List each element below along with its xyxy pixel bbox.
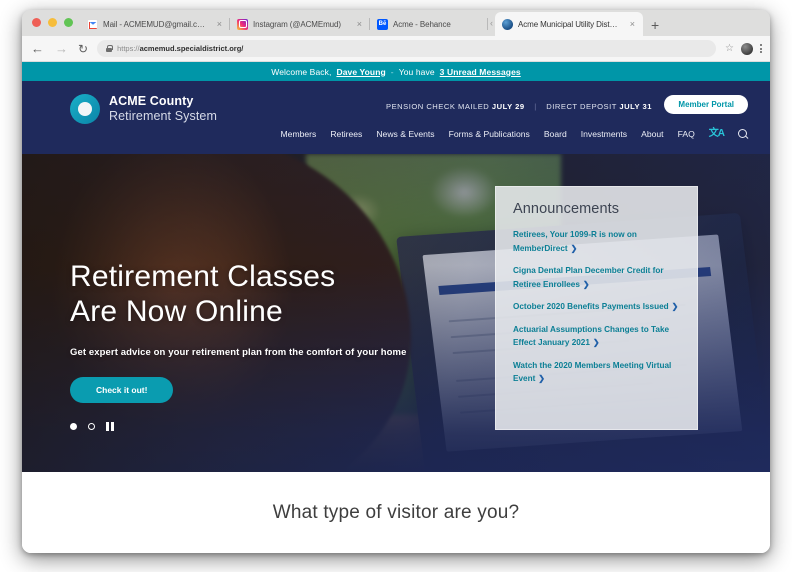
nav-item-about[interactable]: About bbox=[641, 129, 663, 139]
reload-button[interactable]: ↻ bbox=[78, 42, 88, 56]
welcome-greeting: Welcome Back, bbox=[271, 66, 332, 77]
url-host: acmemud.specialdistrict.org bbox=[139, 44, 242, 53]
hero-content: Retirement Classes Are Now Online Get ex… bbox=[70, 259, 407, 431]
nav-item-forms-publications[interactable]: Forms & Publications bbox=[449, 129, 530, 139]
slider-pause-button[interactable] bbox=[106, 421, 114, 431]
nav-item-members[interactable]: Members bbox=[281, 129, 317, 139]
translate-icon[interactable]: 文A bbox=[709, 129, 725, 139]
gmail-icon bbox=[87, 18, 98, 30]
tab-title: Mail - ACMEMUD@gmail.com bbox=[103, 19, 206, 29]
search-icon[interactable] bbox=[738, 129, 748, 139]
kebab-menu-icon[interactable] bbox=[760, 44, 762, 53]
nav-item-investments[interactable]: Investments bbox=[581, 129, 627, 139]
slider-dot-1[interactable] bbox=[70, 422, 77, 430]
behance-icon: Bē bbox=[377, 18, 388, 30]
tab-close-icon[interactable]: × bbox=[351, 19, 362, 29]
instagram-icon bbox=[237, 18, 248, 30]
nav-item-board[interactable]: Board bbox=[544, 129, 567, 139]
chevron-right-icon: ❯ bbox=[582, 279, 590, 289]
url-scheme: https:// bbox=[117, 44, 140, 53]
welcome-bar: Welcome Back, Dave Young - You have 3 Un… bbox=[22, 62, 770, 81]
new-tab-button[interactable]: + bbox=[643, 17, 665, 36]
announcement-item[interactable]: Actuarial Assumptions Changes to Take Ef… bbox=[513, 323, 680, 350]
tab-close-icon[interactable]: × bbox=[624, 19, 635, 29]
tab-strip: Mail - ACMEMUD@gmail.com × Instagram (@A… bbox=[22, 10, 770, 36]
slider-dot-2[interactable] bbox=[88, 422, 95, 430]
profile-avatar[interactable] bbox=[741, 42, 753, 55]
announcement-item[interactable]: October 2020 Benefits Payments Issued ❯ bbox=[513, 300, 680, 314]
browser-tab-acme-active[interactable]: Acme Municipal Utility District × bbox=[495, 12, 643, 36]
nav-item-faq[interactable]: FAQ bbox=[678, 129, 695, 139]
tab-scroll-left-icon[interactable]: ‹ bbox=[488, 18, 495, 28]
welcome-user-link[interactable]: Dave Young bbox=[336, 67, 385, 77]
url-text: https://acmemud.specialdistrict.org/ bbox=[117, 44, 243, 53]
announcement-item[interactable]: Cigna Dental Plan December Credit for Re… bbox=[513, 264, 680, 291]
browser-tab-instagram[interactable]: Instagram (@ACMEmud) × bbox=[230, 12, 370, 36]
acme-globe-icon bbox=[502, 18, 513, 30]
messages-prefix: You have bbox=[398, 66, 435, 77]
browser-tab-behance[interactable]: Bē Acme - Behance bbox=[370, 12, 488, 36]
announcement-text: October 2020 Benefits Payments Issued bbox=[513, 302, 669, 312]
hero-headline-line-2: Are Now Online bbox=[70, 295, 283, 329]
header-dates: PENSION CHECK MAILED JULY 29 | DIRECT DE… bbox=[386, 102, 652, 111]
announcements-panel: Announcements Retirees, Your 1099-R is n… bbox=[495, 186, 698, 430]
hero-headline-line-1: Retirement Classes bbox=[70, 260, 336, 293]
announcement-text: Watch the 2020 Members Meeting Virtual E… bbox=[513, 360, 672, 384]
hero-cta-button[interactable]: Check it out! bbox=[70, 376, 174, 403]
nav-item-news-events[interactable]: News & Events bbox=[376, 129, 434, 139]
acme-circle-logo-icon bbox=[70, 94, 100, 124]
page-viewport: Welcome Back, Dave Young - You have 3 Un… bbox=[22, 62, 770, 553]
pension-label: PENSION CHECK MAILED bbox=[386, 102, 490, 111]
announcement-item[interactable]: Watch the 2020 Members Meeting Virtual E… bbox=[513, 359, 680, 386]
lock-icon bbox=[106, 45, 113, 52]
logo-line-1: ACME County bbox=[109, 94, 194, 109]
announcements-title: Announcements bbox=[513, 201, 620, 217]
main-navigation: Members Retirees News & Events Forms & P… bbox=[281, 129, 749, 139]
deposit-label: DIRECT DEPOSIT bbox=[546, 102, 617, 111]
logo-line-2: Retirement System bbox=[109, 109, 217, 123]
header-divider: | bbox=[534, 102, 537, 111]
back-button[interactable]: ← bbox=[30, 42, 45, 55]
chevron-right-icon: ❯ bbox=[592, 338, 600, 348]
browser-tab-gmail[interactable]: Mail - ACMEMUD@gmail.com × bbox=[80, 12, 230, 36]
welcome-separator: - bbox=[390, 66, 394, 77]
hero-subheadline: Get expert advice on your retirement pla… bbox=[70, 346, 407, 358]
chevron-right-icon: ❯ bbox=[538, 374, 545, 384]
pension-date: JULY 29 bbox=[491, 102, 525, 111]
maximize-window-button[interactable] bbox=[64, 18, 73, 27]
close-window-button[interactable] bbox=[32, 18, 41, 27]
logo-text: ACME County Retirement System bbox=[109, 94, 217, 124]
window-controls bbox=[32, 18, 73, 27]
site-logo[interactable]: ACME County Retirement System bbox=[70, 94, 217, 124]
toolbar-actions: ☆ bbox=[725, 42, 762, 55]
address-bar[interactable]: https://acmemud.specialdistrict.org/ bbox=[97, 40, 717, 57]
chevron-right-icon: ❯ bbox=[570, 243, 578, 253]
unread-messages-link[interactable]: 3 Unread Messages bbox=[440, 67, 521, 77]
announcement-text: Actuarial Assumptions Changes to Take Ef… bbox=[513, 324, 670, 348]
tab-close-icon[interactable]: × bbox=[211, 19, 222, 29]
deposit-date: JULY 31 bbox=[619, 102, 652, 111]
browser-window: Mail - ACMEMUD@gmail.com × Instagram (@A… bbox=[22, 10, 770, 553]
browser-toolbar: ← → ↻ https://acmemud.specialdistrict.or… bbox=[22, 36, 770, 62]
hero-slider-controls bbox=[70, 421, 407, 431]
chevron-right-icon: ❯ bbox=[671, 302, 679, 312]
announcement-item[interactable]: Retirees, Your 1099-R is now on MemberDi… bbox=[513, 228, 680, 255]
visitor-type-section: What type of visitor are you? bbox=[22, 472, 770, 553]
tab-title: Acme - Behance bbox=[393, 19, 451, 29]
nav-item-retirees[interactable]: Retirees bbox=[330, 129, 362, 139]
forward-button[interactable]: → bbox=[54, 42, 69, 55]
minimize-window-button[interactable] bbox=[48, 18, 57, 27]
tab-title: Instagram (@ACMEmud) bbox=[253, 19, 341, 29]
site-header: ACME County Retirement System PENSION CH… bbox=[22, 81, 770, 154]
hero-section: Retirement Classes Are Now Online Get ex… bbox=[22, 154, 770, 472]
tab-title: Acme Municipal Utility District bbox=[518, 19, 619, 29]
visitor-type-question: What type of visitor are you? bbox=[272, 501, 520, 523]
tab-divider bbox=[487, 18, 488, 30]
url-path: / bbox=[241, 44, 244, 53]
member-portal-button[interactable]: Member Portal bbox=[664, 95, 748, 114]
bookmark-star-icon[interactable]: ☆ bbox=[725, 43, 734, 54]
